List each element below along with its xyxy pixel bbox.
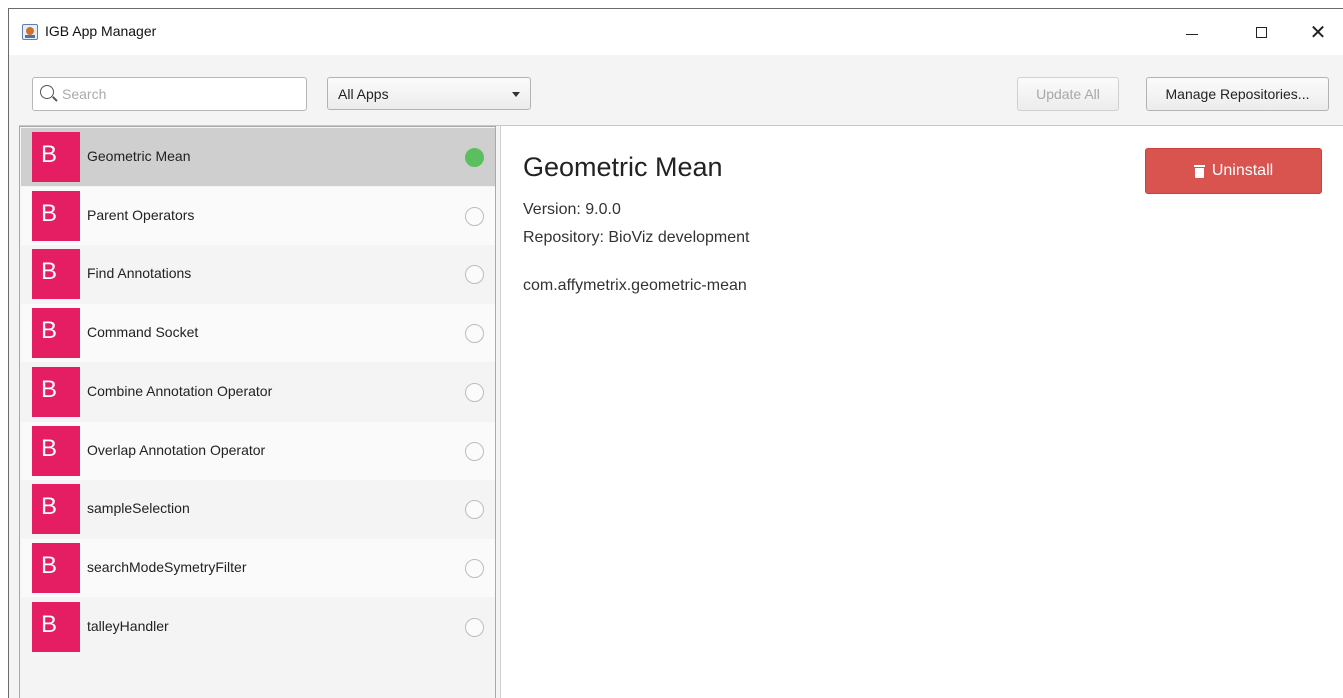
app-filter-dropdown[interactable]: All Apps xyxy=(327,77,531,110)
app-list-item[interactable]: B Overlap Annotation Operator xyxy=(21,422,495,480)
java-app-icon xyxy=(22,24,38,40)
app-version: Version: 9.0.0 xyxy=(523,201,621,218)
app-icon: B xyxy=(32,543,80,593)
trash-icon xyxy=(1193,164,1205,178)
app-icon: B xyxy=(32,308,80,358)
app-icon: B xyxy=(32,484,80,534)
uninstall-label: Uninstall xyxy=(1211,162,1274,179)
not-installed-status-icon xyxy=(465,265,484,284)
app-repository: Repository: BioViz development xyxy=(523,229,750,246)
app-icon: B xyxy=(32,367,80,417)
not-installed-status-icon xyxy=(465,618,484,637)
maximize-button[interactable] xyxy=(1238,17,1284,47)
maximize-icon xyxy=(1255,26,1267,38)
app-detail-title: Geometric Mean xyxy=(523,152,723,182)
search-input[interactable] xyxy=(62,84,302,104)
main-content: B Geometric Mean B Parent Operators B Fi… xyxy=(19,125,1343,698)
app-name: Geometric Mean xyxy=(87,148,191,164)
app-icon: B xyxy=(32,191,80,241)
app-identifier: com.affymetrix.geometric-mean xyxy=(523,277,747,294)
title-bar: IGB App Manager ✕ xyxy=(9,9,1343,55)
app-list-item[interactable]: B sampleSelection xyxy=(21,480,495,538)
app-list-item[interactable]: B searchModeSymetryFilter xyxy=(21,539,495,597)
window-title: IGB App Manager xyxy=(45,23,157,39)
not-installed-status-icon xyxy=(465,383,484,402)
app-name: searchModeSymetryFilter xyxy=(87,559,247,575)
manage-repositories-button[interactable]: Manage Repositories... xyxy=(1146,77,1329,111)
app-name: Command Socket xyxy=(87,324,199,340)
app-list-item[interactable]: B Find Annotations xyxy=(21,245,495,303)
app-name: Find Annotations xyxy=(87,265,192,281)
chevron-down-icon xyxy=(512,92,520,97)
app-icon: B xyxy=(32,249,80,299)
toolbar: All Apps Update All Manage Repositories.… xyxy=(9,55,1343,125)
uninstall-button[interactable]: Uninstall xyxy=(1145,148,1322,194)
minimize-icon xyxy=(1186,33,1198,35)
not-installed-status-icon xyxy=(465,442,484,461)
not-installed-status-icon xyxy=(465,207,484,226)
installed-status-icon xyxy=(465,148,484,167)
app-name: Overlap Annotation Operator xyxy=(87,442,266,458)
app-list[interactable]: B Geometric Mean B Parent Operators B Fi… xyxy=(19,126,496,698)
app-name: talleyHandler xyxy=(87,618,169,634)
app-list-item[interactable]: B talleyHandler xyxy=(21,598,495,656)
close-button[interactable]: ✕ xyxy=(1295,17,1341,47)
not-installed-status-icon xyxy=(465,559,484,578)
update-all-button[interactable]: Update All xyxy=(1017,77,1119,111)
app-list-item[interactable]: B Geometric Mean xyxy=(21,128,495,186)
app-name: Parent Operators xyxy=(87,207,195,223)
app-icon: B xyxy=(32,602,80,652)
app-icon: B xyxy=(32,426,80,476)
app-list-item[interactable]: B Parent Operators xyxy=(21,187,495,245)
app-filter-selected: All Apps xyxy=(338,86,389,102)
app-list-item[interactable]: B Command Socket xyxy=(21,304,495,362)
app-manager-window: IGB App Manager ✕ All Apps Update All Ma… xyxy=(8,8,1343,698)
app-details-panel: Geometric Mean Version: 9.0.0 Repository… xyxy=(500,126,1343,698)
not-installed-status-icon xyxy=(465,324,484,343)
app-list-item[interactable]: B Combine Annotation Operator xyxy=(21,363,495,421)
close-icon: ✕ xyxy=(1309,20,1327,44)
app-name: sampleSelection xyxy=(87,500,190,516)
not-installed-status-icon xyxy=(465,500,484,519)
minimize-button[interactable] xyxy=(1169,17,1215,47)
app-icon: B xyxy=(32,132,80,182)
search-box[interactable] xyxy=(32,77,307,111)
search-icon xyxy=(40,85,54,99)
app-name: Combine Annotation Operator xyxy=(87,383,273,399)
